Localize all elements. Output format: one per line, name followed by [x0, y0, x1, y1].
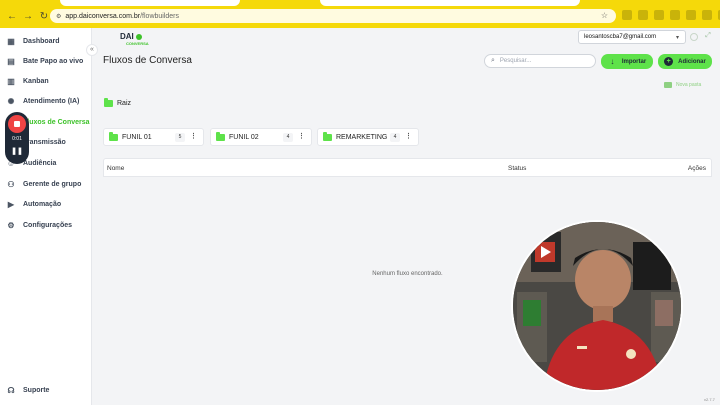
folder-name: REMARKETING	[336, 133, 388, 141]
sidebar-item-label: Dashboard	[23, 37, 60, 45]
page-title: Fluxos de Conversa	[103, 55, 192, 66]
toolbar-divider	[0, 26, 720, 28]
folder-count-badge: 4	[283, 133, 293, 142]
column-header-status[interactable]: Status	[508, 165, 526, 172]
gear-icon: ⚙	[7, 220, 15, 230]
sidebar-item-label: Bate Papo ao vivo	[23, 57, 84, 65]
url-path: /flowbuilders	[140, 12, 180, 20]
logo-sub: CONVERSA	[126, 41, 149, 46]
logo-mark-icon	[135, 33, 142, 40]
new-folder-button[interactable]: Nova pasta	[664, 82, 701, 88]
extension-icons: ⋮	[622, 10, 720, 20]
add-button[interactable]: + Adicionar	[658, 54, 712, 69]
folder-name: FUNIL 02	[229, 133, 259, 141]
logo-name: DAI	[120, 32, 134, 41]
more-options-icon[interactable]: ⋮	[298, 132, 305, 140]
sidebar-item-dashboard[interactable]: ▦ Dashboard	[6, 34, 90, 48]
theme-toggle-icon[interactable]	[690, 33, 698, 41]
folder-plus-icon	[664, 82, 672, 88]
folder-icon	[109, 131, 118, 141]
folder-count-badge: 4	[390, 133, 400, 142]
folder-icon	[104, 98, 113, 107]
folder-card[interactable]: FUNIL 02 4 ⋮	[210, 128, 312, 146]
recording-widget: 0:01 ❚❚	[5, 112, 29, 164]
add-label: Adicionar	[678, 58, 706, 65]
extension-icon[interactable]	[638, 10, 648, 20]
support-icon: ☊	[7, 385, 15, 395]
site-info-icon[interactable]: ⚙	[56, 13, 61, 20]
sidebar-item-label: Configurações	[23, 221, 73, 229]
kanban-icon: ▥	[7, 76, 15, 86]
column-header-name[interactable]: Nome	[107, 165, 124, 172]
chat-icon: ▤	[7, 56, 15, 66]
ai-icon: ✺	[7, 96, 15, 106]
sidebar-item-support[interactable]: ☊ Suporte	[6, 385, 49, 395]
more-options-icon[interactable]: ⋮	[405, 132, 412, 140]
extension-icon[interactable]	[654, 10, 664, 20]
recording-timer: 0:01	[12, 136, 22, 142]
user-account-select[interactable]: leosantoscba7@gmail.com ▾	[578, 30, 686, 44]
sidebar-item-label: Gerente de grupo	[23, 180, 82, 188]
fullscreen-icon[interactable]: ⤢	[704, 32, 712, 41]
column-header-actions: Ações	[687, 165, 706, 172]
back-icon[interactable]: ←	[4, 8, 20, 24]
sidebar-item-label: Fluxos de Conversa	[23, 118, 90, 126]
bookmark-star-icon[interactable]: ☆	[601, 11, 608, 20]
folder-card[interactable]: FUNIL 01 5 ⋮	[103, 128, 204, 146]
download-icon: ↓	[610, 57, 615, 66]
import-button[interactable]: ↓ Importar	[601, 54, 653, 69]
sidebar-item-settings[interactable]: ⚙ Configurações	[6, 218, 90, 232]
extension-icon[interactable]	[622, 10, 632, 20]
stop-recording-button[interactable]	[8, 115, 26, 133]
sidebar-item-kanban[interactable]: ▥ Kanban	[6, 74, 90, 88]
sidebar-item-label: Kanban	[23, 77, 49, 85]
stop-icon	[14, 121, 20, 127]
extension-icon[interactable]	[670, 10, 680, 20]
profile-icon[interactable]	[702, 10, 712, 20]
pause-icon[interactable]: ❚❚	[5, 147, 29, 155]
sidebar-item-label: Transmissão	[23, 138, 66, 146]
support-label: Suporte	[23, 386, 50, 394]
folder-name: FUNIL 01	[122, 133, 152, 141]
extension-icon[interactable]	[686, 10, 696, 20]
sidebar: ▦ Dashboard ▤ Bate Papo ao vivo ▥ Kanban…	[0, 28, 92, 405]
search-placeholder: Pesquisar...	[499, 58, 532, 64]
browser-toolbar: ← → ↻ ⚙ app.daiconversa.com.br/flowbuild…	[0, 6, 720, 26]
import-label: Importar	[621, 58, 647, 65]
dashboard-icon: ▦	[7, 36, 15, 46]
collapse-sidebar-button[interactable]: «	[86, 44, 98, 56]
forward-icon[interactable]: →	[20, 8, 36, 24]
sidebar-item-ai[interactable]: ✺ Atendimento (IA)	[6, 94, 90, 108]
url-host: app.daiconversa.com.br	[65, 12, 141, 20]
user-email: leosantoscba7@gmail.com	[584, 34, 657, 40]
breadcrumb-root: Raiz	[117, 100, 132, 107]
chevron-down-icon: ▾	[675, 35, 679, 41]
sidebar-item-label: Atendimento (IA)	[23, 97, 80, 105]
webcam-feed	[513, 222, 681, 390]
more-options-icon[interactable]: ⋮	[190, 132, 197, 140]
folder-card[interactable]: REMARKETING 4 ⋮	[317, 128, 419, 146]
webcam-overlay	[511, 220, 683, 392]
folder-icon	[216, 131, 225, 141]
sidebar-item-label: Audiência	[23, 159, 57, 167]
folder-icon	[323, 131, 332, 141]
sidebar-item-label: Automação	[23, 200, 62, 208]
breadcrumb[interactable]: Raiz	[104, 98, 132, 107]
search-input[interactable]: ⌕ Pesquisar...	[484, 54, 596, 68]
sidebar-item-group-manager[interactable]: ⚇ Gerente de grupo	[6, 177, 90, 191]
app-version: v2.7.7	[704, 397, 715, 402]
new-folder-label: Nova pasta	[676, 82, 702, 88]
sidebar-item-automation[interactable]: ▶ Automação	[6, 197, 90, 211]
group-icon: ⚇	[7, 179, 15, 189]
plus-icon: +	[664, 57, 674, 66]
automation-icon: ▶	[7, 199, 15, 209]
search-icon: ⌕	[491, 57, 495, 64]
address-bar[interactable]: ⚙ app.daiconversa.com.br/flowbuilders ☆	[50, 9, 616, 23]
sidebar-item-live-chat[interactable]: ▤ Bate Papo ao vivo	[6, 54, 90, 68]
folder-count-badge: 5	[175, 133, 185, 142]
table-header: Nome Status Ações	[103, 158, 712, 177]
app-logo: DAI CONVERSA	[120, 32, 149, 46]
